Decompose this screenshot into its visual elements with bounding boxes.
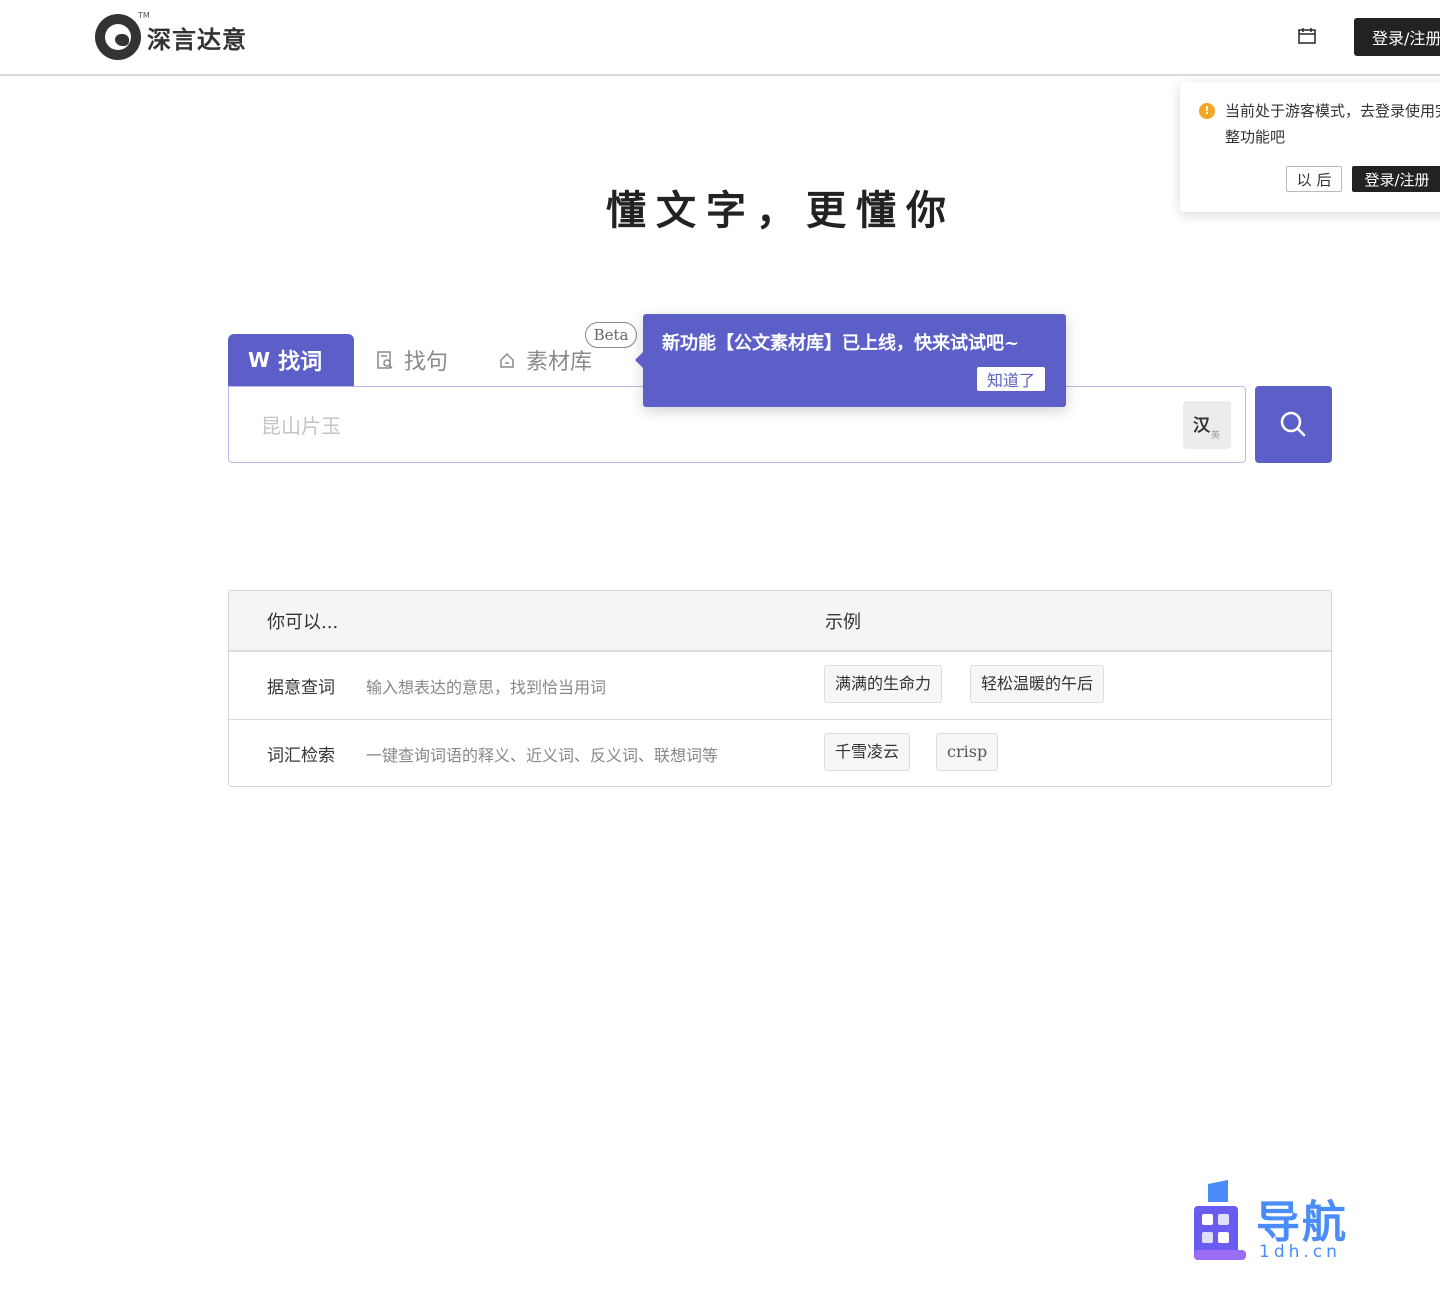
- feature-name: 词汇检索: [267, 746, 335, 766]
- tab-find-sentence[interactable]: 找句: [376, 344, 448, 376]
- table-row: 据意查词 输入想表达的意思，找到恰当用词 满满的生命力 轻松温暖的午后: [229, 652, 1331, 720]
- trademark-mark: TM: [138, 11, 150, 20]
- guest-mode-message: 当前处于游客模式，去登录使用完整功能吧: [1225, 102, 1440, 146]
- watermark-logo: 导航 1dh.cn: [1190, 1180, 1360, 1266]
- tooltip-text: 新功能【公文素材库】已上线，快来试试吧~: [662, 333, 1020, 354]
- lang-chinese-label: 汉: [1193, 416, 1210, 436]
- brand-name: 深言达意: [147, 24, 247, 54]
- lang-english-label: 英: [1211, 431, 1221, 441]
- search-button[interactable]: [1255, 386, 1332, 463]
- watermark-text: 导航: [1256, 1197, 1348, 1248]
- example-chip[interactable]: 千雪凌云: [824, 733, 911, 771]
- tab-material-library[interactable]: 素材库: [498, 344, 592, 376]
- header-examples: 示例: [825, 612, 861, 633]
- beta-badge: Beta: [585, 322, 637, 348]
- features-table: 你可以... 示例 据意查词 输入想表达的意思，找到恰当用词 满满的生命力 轻松…: [228, 590, 1332, 787]
- material-icon: [500, 352, 514, 368]
- example-chip[interactable]: 满满的生命力: [824, 665, 943, 703]
- search-icon: [1280, 411, 1306, 437]
- example-chip[interactable]: crisp: [936, 733, 999, 771]
- feature-name: 据意查词: [267, 678, 335, 698]
- warning-icon: !: [1199, 103, 1215, 119]
- header-login-button[interactable]: 登录/注册: [1354, 18, 1440, 56]
- language-toggle-button[interactable]: 汉 英: [1183, 401, 1231, 449]
- calendar-icon[interactable]: [1298, 28, 1316, 44]
- feature-description: 一键查询词语的释义、近义词、反义词、联想词等: [366, 746, 719, 765]
- example-chip[interactable]: 轻松温暖的午后: [970, 665, 1105, 703]
- feature-description: 输入想表达的意思，找到恰当用词: [366, 678, 607, 697]
- got-it-button[interactable]: 知道了: [976, 366, 1046, 392]
- tab-find-word[interactable]: W 找词: [228, 334, 354, 386]
- watermark-domain: 1dh.cn: [1259, 1242, 1341, 1262]
- word-icon: W: [248, 348, 270, 372]
- tab-label: 找词: [278, 349, 323, 375]
- header-you-can: 你可以...: [267, 612, 339, 633]
- hero-slogan: 懂文字，更懂你: [606, 187, 956, 234]
- table-header: 你可以... 示例: [229, 591, 1331, 652]
- brand-logo[interactable]: 深言达意: [95, 14, 247, 60]
- sentence-icon: [377, 351, 393, 369]
- top-header: 深言达意 TM 登录/注册: [0, 0, 1440, 76]
- new-feature-tooltip: 新功能【公文素材库】已上线，快来试试吧~ 知道了: [635, 314, 1066, 407]
- tooltip-arrow: [635, 352, 643, 368]
- tab-label: 找句: [404, 350, 449, 375]
- watermark-icon: [1194, 1180, 1246, 1260]
- tab-label: 素材库: [526, 350, 593, 375]
- logo-mark-icon: [95, 14, 141, 60]
- search-input[interactable]: [259, 405, 1163, 447]
- table-row: 词汇检索 一键查询词语的释义、近义词、反义词、联想词等 千雪凌云 crisp: [229, 720, 1331, 786]
